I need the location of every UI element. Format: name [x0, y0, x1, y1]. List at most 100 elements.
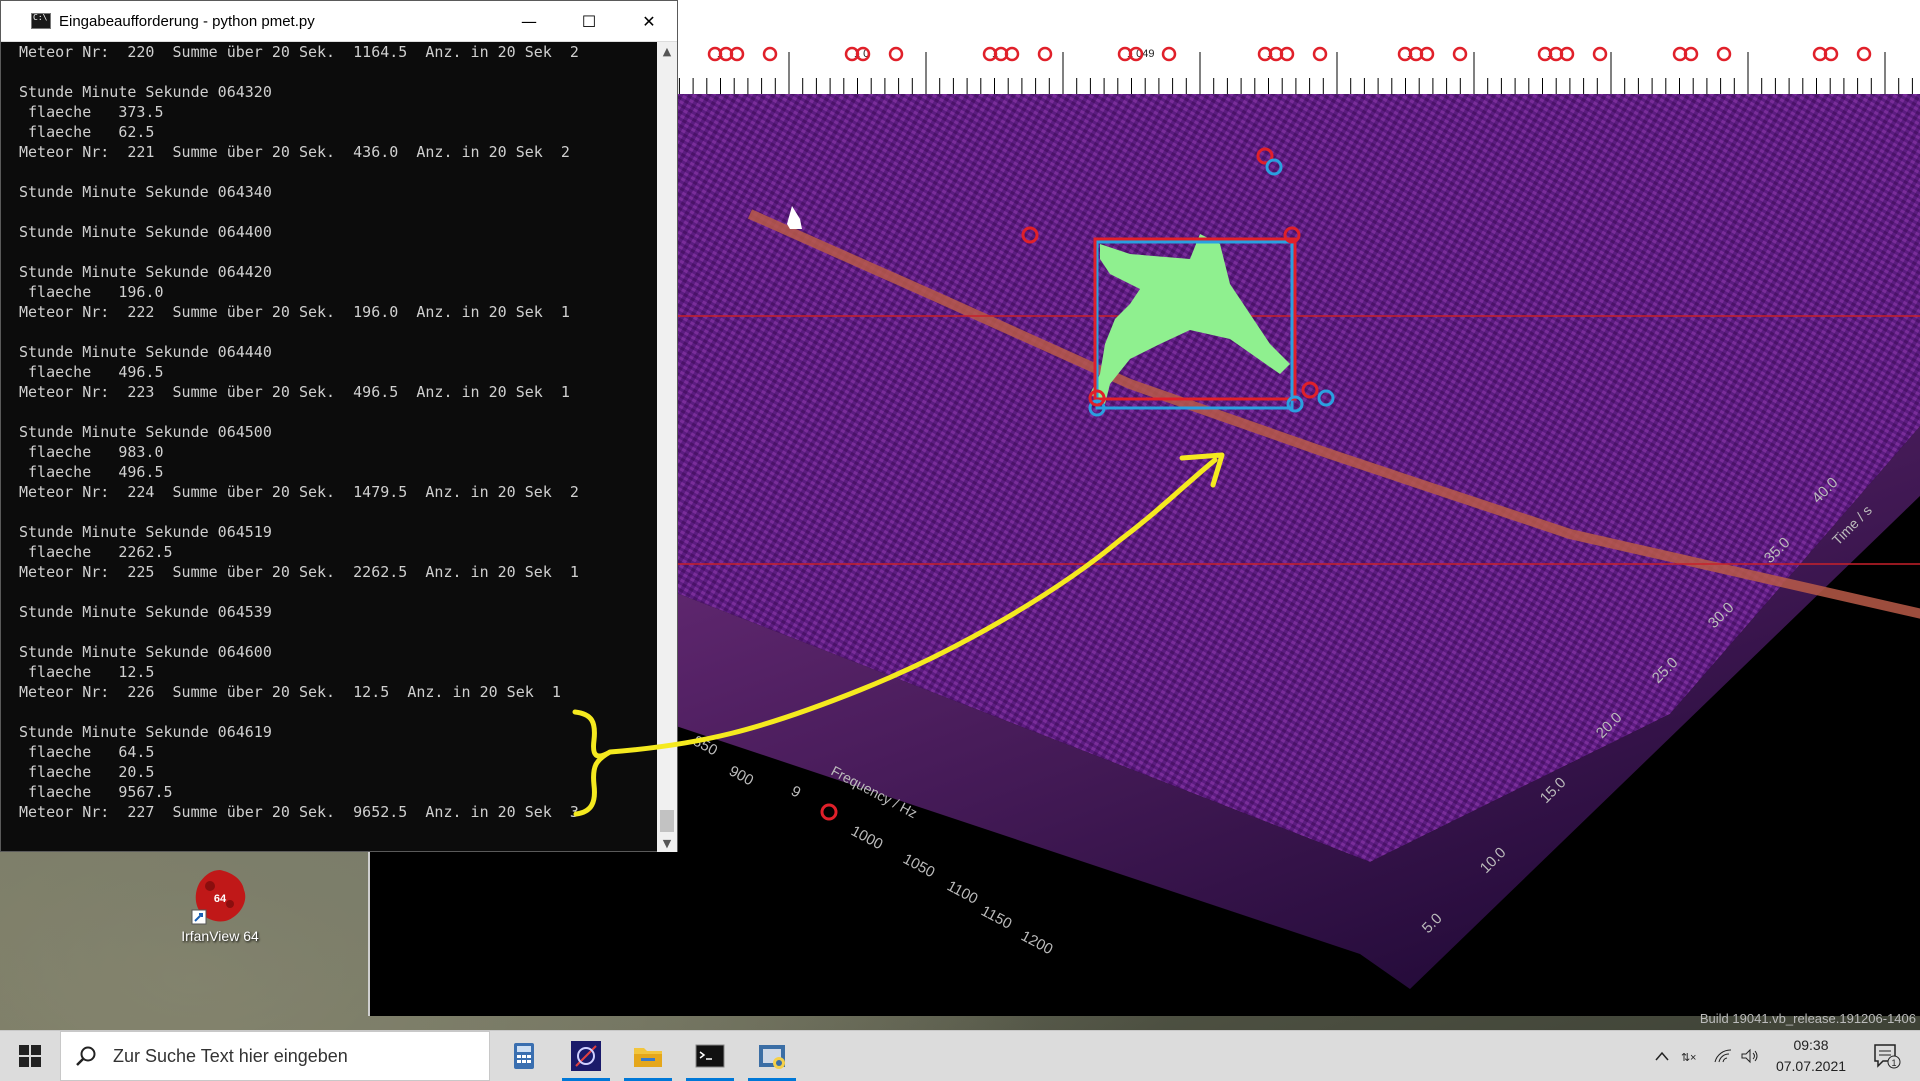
scroll-thumb[interactable]	[660, 810, 674, 832]
wifi-icon	[1714, 1049, 1732, 1063]
clock-date: 07.07.2021	[1775, 1058, 1847, 1074]
frequency-tick-label: 1000	[848, 823, 885, 854]
ruler-event-marker[interactable]	[1161, 46, 1177, 62]
maximize-button[interactable]: ☐	[559, 1, 619, 41]
console-line: flaeche 2262.5	[19, 543, 173, 561]
console-output[interactable]: Meteor Nr: 220 Summe über 20 Sek. 1164.5…	[1, 42, 657, 852]
console-line: Stunde Minute Sekunde 064440	[19, 343, 272, 361]
console-line: Meteor Nr: 226 Summe über 20 Sek. 12.5 A…	[19, 683, 561, 701]
console-line: flaeche 62.5	[19, 123, 155, 141]
frequency-tick-label: 1200	[1018, 928, 1055, 959]
frequency-tick-label: 9	[788, 783, 803, 802]
ruler-event-marker[interactable]	[1452, 46, 1468, 62]
console-line: Meteor Nr: 223 Summe über 20 Sek. 496.5 …	[19, 383, 570, 401]
console-line: flaeche 64.5	[19, 743, 155, 761]
ruler-event-marker[interactable]	[1716, 46, 1732, 62]
notification-count: 1	[1891, 1058, 1896, 1068]
svg-text:×: ×	[1690, 1052, 1696, 1064]
console-line: Meteor Nr: 221 Summe über 20 Sek. 436.0 …	[19, 143, 570, 161]
ruler-event-marker[interactable]	[762, 46, 778, 62]
console-line: flaeche 496.5	[19, 363, 164, 381]
console-line: Stunde Minute Sekunde 064519	[19, 523, 272, 541]
start-button[interactable]	[0, 1031, 60, 1081]
python-app-icon	[759, 1045, 785, 1069]
irfanview-desktop-shortcut[interactable]: 64 IrfanView 64	[170, 866, 270, 944]
console-line: flaeche 983.0	[19, 443, 164, 461]
search-icon	[76, 1046, 96, 1066]
calculator-icon	[514, 1043, 534, 1069]
ruler-event-marker[interactable]	[1856, 46, 1872, 62]
network-status[interactable]	[1710, 1031, 1736, 1081]
language-indicator[interactable]: ⇅ ×	[1678, 1031, 1706, 1081]
console-line: Stunde Minute Sekunde 064420	[19, 263, 272, 281]
console-line: Meteor Nr: 227 Summe über 20 Sek. 9652.5…	[19, 803, 579, 821]
console-line: Stunde Minute Sekunde 064400	[19, 223, 272, 241]
irfanview-icon-badge: 64	[214, 893, 227, 905]
plot-marker[interactable]	[820, 803, 838, 821]
clock-time: 09:38	[1793, 1037, 1829, 1053]
ruler-event-marker[interactable]	[1592, 46, 1608, 62]
command-prompt-window[interactable]: Eingabeaufforderung - python pmet.py — ☐…	[0, 0, 678, 852]
command-prompt-icon	[695, 1044, 725, 1068]
frequency-tick-label: 1150	[978, 903, 1014, 933]
taskbar-file-explorer[interactable]	[620, 1031, 676, 1081]
taskbar-search-box[interactable]: Zur Suche Text hier eingeben	[60, 1031, 490, 1081]
svg-text:⇅: ⇅	[1681, 1052, 1690, 1064]
taskbar: Zur Suche Text hier eingeben ⇅ × 09:38 0…	[0, 1030, 1920, 1081]
frequency-tick-label: 900	[726, 763, 756, 790]
taskbar-calculator[interactable]	[496, 1031, 552, 1081]
speaker-icon	[1741, 1048, 1758, 1064]
ruler-event-marker[interactable]	[888, 46, 904, 62]
scroll-down-arrow-icon[interactable]: ▼	[657, 834, 677, 852]
system-clock[interactable]: 09:38 07.07.2021	[1766, 1035, 1856, 1077]
search-placeholder: Zur Suche Text hier eingeben	[113, 1045, 348, 1066]
irfanview-label: IrfanView 64	[181, 928, 259, 944]
show-hidden-icons-button[interactable]	[1650, 1031, 1674, 1081]
taskbar-radio-astronomy-app[interactable]	[558, 1031, 614, 1081]
console-line: flaeche 196.0	[19, 283, 164, 301]
ruler-event-marker[interactable]	[1312, 46, 1328, 62]
volume-control[interactable]	[1736, 1031, 1764, 1081]
taskbar-command-prompt[interactable]	[682, 1031, 738, 1081]
frequency-tick-label: 1100	[944, 878, 980, 908]
console-line: Stunde Minute Sekunde 064600	[19, 643, 272, 661]
close-button[interactable]: ✕	[619, 1, 679, 41]
console-line: Stunde Minute Sekunde 064500	[19, 423, 272, 441]
notification-icon: 1	[1874, 1044, 1901, 1069]
console-line: flaeche 373.5	[19, 103, 164, 121]
scroll-up-arrow-icon[interactable]: ▲	[657, 42, 677, 60]
taskbar-python-app[interactable]	[744, 1031, 800, 1081]
console-line: Stunde Minute Sekunde 064539	[19, 603, 272, 621]
ruler-event-marker[interactable]	[1037, 46, 1053, 62]
console-line: flaeche 496.5	[19, 463, 164, 481]
command-prompt-icon	[31, 13, 51, 29]
console-line: Stunde Minute Sekunde 064619	[19, 723, 272, 741]
keyboard-language-icon: ⇅ ×	[1681, 1052, 1696, 1064]
notification-center-button[interactable]: 1	[1862, 1031, 1912, 1081]
chevron-up-icon	[1655, 1051, 1669, 1061]
console-titlebar[interactable]: Eingabeaufforderung - python pmet.py — ☐…	[1, 1, 677, 42]
console-line: Stunde Minute Sekunde 064320	[19, 83, 272, 101]
windows-logo-icon	[19, 1045, 41, 1067]
console-line: flaeche 20.5	[19, 763, 155, 781]
minimize-button[interactable]: —	[499, 1, 559, 41]
radio-astronomy-app-icon	[571, 1041, 601, 1071]
windows-build-watermark: Build 19041.vb_release.191206-1406	[1699, 1011, 1916, 1026]
console-title: Eingabeaufforderung - python pmet.py	[59, 12, 315, 30]
console-line: flaeche 12.5	[19, 663, 155, 681]
console-line: flaeche 9567.5	[19, 783, 173, 801]
console-line: Meteor Nr: 225 Summe über 20 Sek. 2262.5…	[19, 563, 579, 581]
console-scrollbar[interactable]: ▲ ▼	[657, 42, 677, 852]
console-line: Stunde Minute Sekunde 064340	[19, 183, 272, 201]
irfanview-icon: 64	[190, 866, 250, 926]
console-line: Meteor Nr: 222 Summe über 20 Sek. 196.0 …	[19, 303, 570, 321]
